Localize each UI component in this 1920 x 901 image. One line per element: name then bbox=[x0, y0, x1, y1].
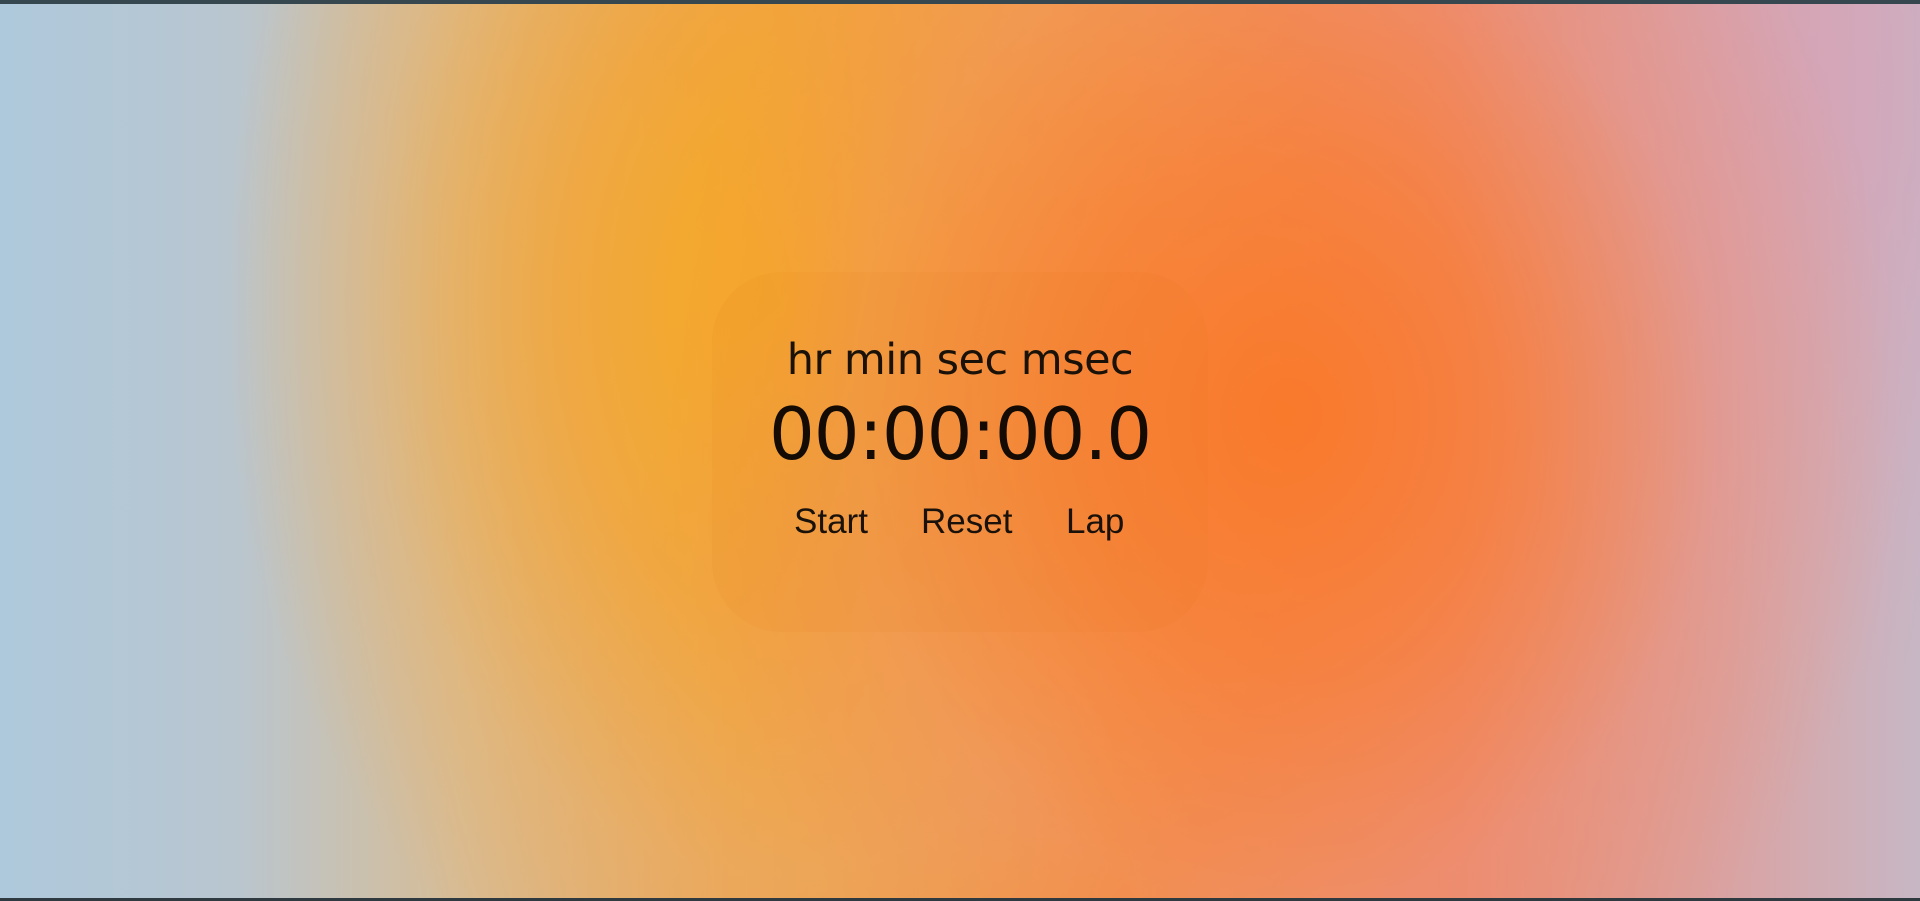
time-units-label: hr min sec msec bbox=[786, 335, 1134, 385]
lap-button[interactable]: Lap bbox=[1066, 497, 1124, 547]
start-button[interactable]: Start bbox=[794, 497, 868, 547]
time-display: 00:00:00.0 bbox=[768, 392, 1152, 476]
stopwatch-controls: Start Reset Lap bbox=[784, 497, 1134, 547]
reset-button[interactable]: Reset bbox=[921, 497, 1012, 547]
